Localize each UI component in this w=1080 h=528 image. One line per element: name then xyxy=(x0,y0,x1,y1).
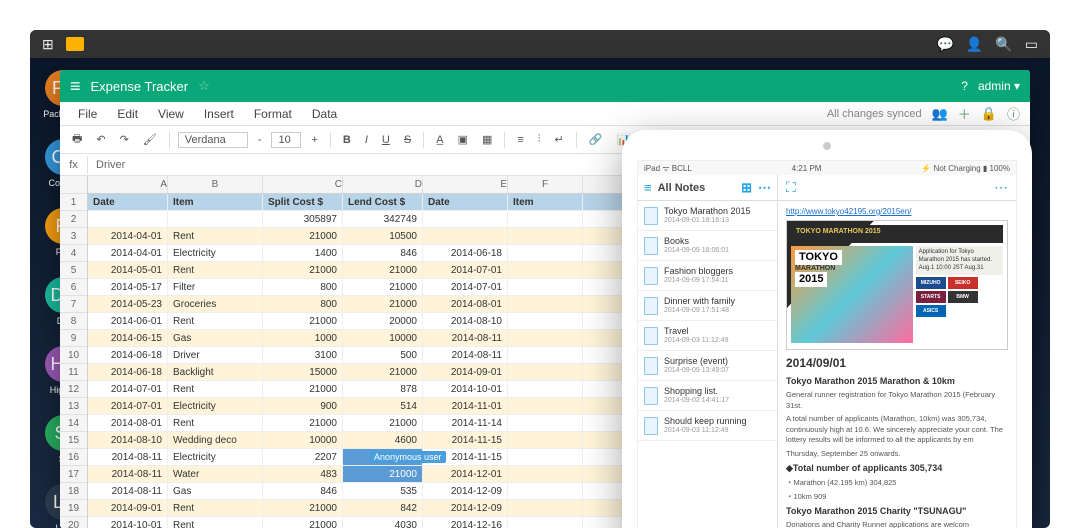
chat-icon[interactable]: 💬 xyxy=(936,36,953,53)
note-item[interactable]: Tokyo Marathon 20152014-09-01 18:16:13 xyxy=(638,201,777,231)
col-header[interactable]: B xyxy=(168,176,263,193)
sync-status: All changes synced xyxy=(827,108,922,120)
note-item[interactable]: Shopping list.2014-09-02 14:41:17 xyxy=(638,381,777,411)
menu-data[interactable]: Data xyxy=(304,105,345,123)
desktop-scene: ⊞ 💬 👤 🔍 ▭ PaPackagesCoControlFiFileDSDSH… xyxy=(30,30,1050,528)
font-size[interactable]: 10 xyxy=(271,132,301,148)
col-header[interactable]: F xyxy=(508,176,583,193)
underline-icon[interactable]: U xyxy=(378,132,394,148)
folder-icon[interactable] xyxy=(66,37,84,51)
sponsor-logo: SEIKO xyxy=(948,277,978,289)
col-header[interactable]: D xyxy=(343,176,423,193)
note-doc-icon xyxy=(644,417,658,435)
paint-icon[interactable]: 🖌 xyxy=(139,131,161,148)
text-color-icon[interactable]: A̲ xyxy=(432,132,447,148)
info-icon[interactable]: ⓘ xyxy=(1007,104,1020,123)
user-menu[interactable]: admin ▾ xyxy=(978,79,1020,93)
note-item[interactable]: Dinner with family2014-09-09 17:51:48 xyxy=(638,291,777,321)
menu-view[interactable]: View xyxy=(150,105,192,123)
fx-label: fx xyxy=(60,156,88,174)
notes-title: All Notes xyxy=(658,182,706,194)
tablet-camera xyxy=(823,142,831,150)
search-icon[interactable]: 🔍 xyxy=(995,36,1012,53)
menubar: FileEditViewInsertFormatData All changes… xyxy=(60,102,1030,126)
menu-file[interactable]: File xyxy=(70,105,105,123)
expand-icon[interactable]: ⛶ xyxy=(786,179,796,196)
strike-icon[interactable]: S xyxy=(400,132,415,148)
note-item[interactable]: Travel2014-09-03 11:12:49 xyxy=(638,321,777,351)
note-doc-icon xyxy=(644,207,658,225)
id-card-icon[interactable]: ▭ xyxy=(1025,36,1038,53)
redo-icon[interactable]: ↷ xyxy=(116,131,133,148)
taskbar: ⊞ 💬 👤 🔍 ▭ xyxy=(30,30,1050,58)
note-doc-icon xyxy=(644,357,658,375)
align-v-icon[interactable]: ⫶ xyxy=(534,131,545,148)
borders-icon[interactable]: ▦ xyxy=(478,131,496,148)
note-date: 2014/09/01 xyxy=(786,356,1008,370)
tablet-mockup: iPad ᯤ BCLL 4:21 PM ⚡ Not Charging ▮ 100… xyxy=(622,130,1032,528)
col-header[interactable]: E xyxy=(423,176,508,193)
menu-format[interactable]: Format xyxy=(246,105,300,123)
notes-panel: ≡ All Notes ⊞ ⋯ Tokyo Marathon 20152014-… xyxy=(638,175,778,528)
wrap-icon[interactable]: ↵ xyxy=(551,131,568,148)
fill-color-icon[interactable]: ▣ xyxy=(454,131,472,148)
note-item[interactable]: Surprise (event)2014-09-09 13:49:07 xyxy=(638,351,777,381)
source-link[interactable]: http://www.tokyo42195.org/2015en/ xyxy=(786,207,911,216)
grid-view-icon[interactable]: ⊞ xyxy=(741,180,752,196)
star-icon[interactable]: ☆ xyxy=(198,78,210,94)
note-doc-icon xyxy=(644,327,658,345)
anon-user-tag: Anonymous user xyxy=(370,451,446,463)
sponsor-logo: STARTS xyxy=(916,291,946,303)
menu-insert[interactable]: Insert xyxy=(196,105,242,123)
person-add-icon[interactable]: 👤 xyxy=(966,36,983,53)
titlebar: ≡ Expense Tracker ☆ ? admin ▾ xyxy=(60,70,1030,102)
more-icon[interactable]: ⋯ xyxy=(758,180,771,196)
col-header[interactable]: A xyxy=(88,176,168,193)
menu-icon[interactable]: ≡ xyxy=(644,180,652,195)
sponsor-logo: ASICS xyxy=(916,305,946,317)
share-icon[interactable]: 👥 xyxy=(932,106,948,122)
italic-icon[interactable]: I xyxy=(361,132,372,148)
note-detail: ⛶ ⋯ http://www.tokyo42195.org/2015en/ TO… xyxy=(778,175,1016,528)
help-icon[interactable]: ? xyxy=(961,79,968,93)
undo-icon[interactable]: ↶ xyxy=(92,131,109,148)
align-left-icon[interactable]: ≡ xyxy=(513,132,527,148)
bold-icon[interactable]: B xyxy=(339,132,355,148)
add-user-icon[interactable]: ＋ xyxy=(958,104,971,123)
apps-icon[interactable]: ⊞ xyxy=(42,36,54,53)
print-icon[interactable]: 🖶 xyxy=(68,128,86,151)
hamburger-icon[interactable]: ≡ xyxy=(70,76,81,97)
sponsor-logo: MIZUHO xyxy=(916,277,946,289)
note-doc-icon xyxy=(644,387,658,405)
col-header[interactable]: C xyxy=(263,176,343,193)
link-icon[interactable]: 🔗 xyxy=(585,131,607,148)
lock-icon[interactable]: 🔒 xyxy=(981,106,997,122)
note-doc-icon xyxy=(644,267,658,285)
window-title: Expense Tracker xyxy=(91,79,189,94)
note-item[interactable]: Books2014-09-09 18:06:01 xyxy=(638,231,777,261)
note-doc-icon xyxy=(644,237,658,255)
marathon-banner: TOKYO MARATHON 2015 TOKYO MARATHON 2015 … xyxy=(786,220,1008,350)
note-item[interactable]: Should keep running2014-09-03 11:12:49 xyxy=(638,411,777,441)
sponsor-logo: BMW xyxy=(948,291,978,303)
tablet-statusbar: iPad ᯤ BCLL 4:21 PM ⚡ Not Charging ▮ 100… xyxy=(638,161,1016,175)
font-select[interactable]: Verdana xyxy=(178,132,248,148)
note-doc-icon xyxy=(644,297,658,315)
more-icon[interactable]: ⋯ xyxy=(994,179,1008,196)
menu-edit[interactable]: Edit xyxy=(109,105,146,123)
note-item[interactable]: Fashion bloggers2014-09-09 17:54:11 xyxy=(638,261,777,291)
